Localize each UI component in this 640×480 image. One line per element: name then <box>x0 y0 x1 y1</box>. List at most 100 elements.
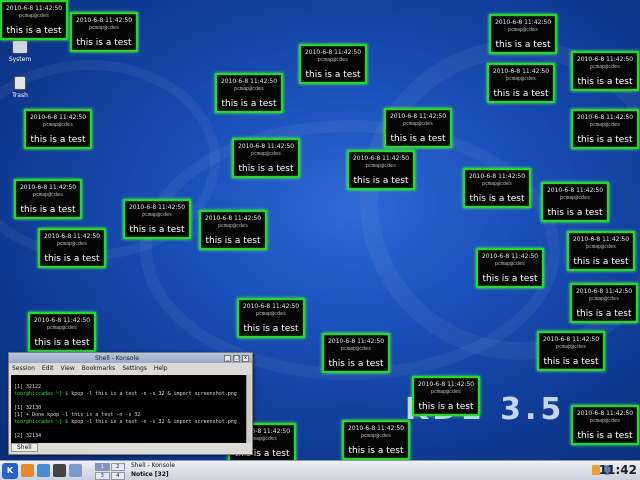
notification-host: pcmap@cdes <box>360 433 392 439</box>
notification-message: this is a test <box>44 254 100 264</box>
task-notice[interactable]: Notice [32] <box>124 471 169 480</box>
desktop-icon-trash[interactable]: Trash <box>0 76 40 99</box>
konsole-window[interactable]: Shell - Konsole _ □ x Session Edit View … <box>8 352 253 455</box>
notification-timestamp: 2010-6-8 11:42:50 <box>304 49 362 56</box>
terminal-output[interactable]: [1] 32122 toor@hiccades ~] $ kpop -l thi… <box>11 375 249 443</box>
notification-popup[interactable]: 2010-6-8 11:42:50 pcmap@cdes this is a tes… <box>237 298 305 338</box>
desktop[interactable]: KDE 3.5 System Trash 2010-6-8 11:42:50 pc… <box>0 0 640 460</box>
notification-timestamp: 2010-6-8 11:42:50 <box>481 253 539 260</box>
menu-bookmarks[interactable]: Bookmarks <box>82 365 116 372</box>
menu-view[interactable]: View <box>61 365 75 372</box>
pager-desktop-4[interactable]: 4 <box>110 472 125 480</box>
desktop-icon-system[interactable]: System <box>0 40 40 63</box>
notification-timestamp: 2010-6-8 11:42:50 <box>576 56 634 63</box>
trash-icon <box>14 76 26 90</box>
notification-popup[interactable]: 2010-6-8 11:42:50 pcmap@cdes this is a tes… <box>322 333 390 373</box>
minimize-button[interactable]: _ <box>224 354 231 362</box>
notification-popup[interactable]: 2010-6-8 11:42:50 pcmap@cdes this is a tes… <box>14 179 82 219</box>
desktop-icon-label: Trash <box>12 92 28 99</box>
terminal-icon[interactable] <box>53 464 66 477</box>
notification-host: pcmap@cdes <box>88 25 120 31</box>
notification-popup[interactable]: 2010-6-8 11:42:50 pcmap@cdes this is a tes… <box>342 420 410 460</box>
notification-host: pcmap@cdes <box>494 261 526 267</box>
notification-message: this is a test <box>390 134 446 144</box>
menu-edit[interactable]: Edit <box>42 365 54 372</box>
notification-timestamp: 2010-6-8 11:42:50 <box>575 288 633 295</box>
pager-desktop-3[interactable]: 3 <box>95 472 110 480</box>
notification-popup[interactable]: 2010-6-8 11:42:50 pcmap@cdes this is a tes… <box>299 44 367 84</box>
notification-popup[interactable]: 2010-6-8 11:42:50 pcmap@cdes this is a tes… <box>463 168 531 208</box>
notification-host: pcmap@cdes <box>46 325 78 331</box>
notification-host: pcmap@cdes <box>481 181 513 187</box>
notification-popup[interactable]: 2010-6-8 11:42:50 pcmap@cdes this is a tes… <box>541 182 609 222</box>
notification-popup[interactable]: 2010-6-8 11:42:50 pcmap@cdes this is a tes… <box>571 109 639 149</box>
notification-popup[interactable]: 2010-6-8 11:42:50 pcmap@cdes this is a tes… <box>537 331 605 371</box>
notification-popup[interactable]: 2010-6-8 11:42:50 pcmap@cdes this is a tes… <box>24 109 92 149</box>
notification-timestamp: 2010-6-8 11:42:50 <box>327 338 385 345</box>
notification-message: this is a test <box>493 89 549 99</box>
terminal-line: toor@hiccades ~] $ kpop -l this is a tes… <box>14 419 237 425</box>
notification-timestamp: 2010-6-8 11:42:50 <box>352 155 410 162</box>
terminal-scrollbar[interactable] <box>246 375 251 443</box>
notification-message: this is a test <box>573 257 629 267</box>
notification-host: pcmap@cdes <box>505 76 537 82</box>
notification-message: this is a test <box>577 135 633 145</box>
computer-icon <box>12 40 28 54</box>
notification-popup[interactable]: 2010-6-8 11:42:50 pcmap@cdes this is a tes… <box>28 312 96 352</box>
notification-popup[interactable]: 2010-6-8 11:42:50 pcmap@cdes this is a tes… <box>570 283 638 323</box>
notification-host: pcmap@cdes <box>589 122 621 128</box>
notification-timestamp: 2010-6-8 11:42:50 <box>242 303 300 310</box>
pager-desktop-2[interactable]: 2 <box>110 463 125 471</box>
notification-host: pcmap@cdes <box>18 13 50 19</box>
notification-host: pcmap@cdes <box>507 27 539 33</box>
tab-shell[interactable]: Shell <box>11 442 38 452</box>
notification-popup[interactable]: 2010-6-8 11:42:50 pcmap@cdes this is a tes… <box>0 0 68 40</box>
notification-host: pcmap@cdes <box>32 192 64 198</box>
task-konsole[interactable]: Shell - Konsole <box>124 462 175 471</box>
notification-host: pcmap@cdes <box>559 195 591 201</box>
notification-popup[interactable]: 2010-6-8 11:42:50 pcmap@cdes this is a tes… <box>476 248 544 288</box>
clock[interactable]: 11:42 <box>599 463 637 477</box>
window-title: Shell - Konsole <box>95 354 139 362</box>
notification-message: this is a test <box>76 38 132 48</box>
notification-popup[interactable]: 2010-6-8 11:42:50 pcmap@cdes this is a tes… <box>384 108 452 148</box>
notification-popup[interactable]: 2010-6-8 11:42:50 pcmap@cdes this is a tes… <box>70 12 138 52</box>
notification-timestamp: 2010-6-8 11:42:50 <box>19 184 77 191</box>
notification-timestamp: 2010-6-8 11:42:50 <box>468 173 526 180</box>
notification-popup[interactable]: 2010-6-8 11:42:50 pcmap@cdes this is a tes… <box>489 14 557 54</box>
maximize-button[interactable]: □ <box>233 354 240 362</box>
notification-popup[interactable]: 2010-6-8 11:42:50 pcmap@cdes this is a tes… <box>571 405 639 445</box>
help-icon[interactable] <box>69 464 82 477</box>
notification-message: this is a test <box>34 338 90 348</box>
browser-icon[interactable] <box>37 464 50 477</box>
notification-popup[interactable]: 2010-6-8 11:42:50 pcmap@cdes this is a tes… <box>567 231 635 271</box>
konsole-titlebar[interactable]: Shell - Konsole _ □ x <box>9 353 252 363</box>
close-button[interactable]: x <box>242 354 249 362</box>
notification-popup[interactable]: 2010-6-8 11:42:50 pcmap@cdes this is a tes… <box>199 210 267 250</box>
home-icon[interactable] <box>21 464 34 477</box>
notification-timestamp: 2010-6-8 11:42:50 <box>347 425 405 432</box>
notification-popup[interactable]: 2010-6-8 11:42:50 pcmap@cdes this is a tes… <box>347 150 415 190</box>
notification-message: this is a test <box>418 402 474 412</box>
notification-popup[interactable]: 2010-6-8 11:42:50 pcmap@cdes this is a tes… <box>38 228 106 268</box>
notification-popup[interactable]: 2010-6-8 11:42:50 pcmap@cdes this is a tes… <box>412 376 480 416</box>
menu-session[interactable]: Session <box>12 365 35 372</box>
terminal-line: [2] 32134 <box>14 433 42 439</box>
notification-timestamp: 2010-6-8 11:42:50 <box>494 19 552 26</box>
notification-timestamp: 2010-6-8 11:42:50 <box>417 381 475 388</box>
pager-desktop-1[interactable]: 1 <box>95 463 110 471</box>
menu-help[interactable]: Help <box>154 365 168 372</box>
taskbar: K 1 2 3 4 Shell - Konsole Notice [32] 11… <box>0 460 640 480</box>
notification-host: pcmap@cdes <box>250 151 282 157</box>
notification-message: this is a test <box>547 208 603 218</box>
notification-popup[interactable]: 2010-6-8 11:42:50 pcmap@cdes this is a tes… <box>123 199 191 239</box>
k-menu-button[interactable]: K <box>2 463 18 479</box>
notification-popup[interactable]: 2010-6-8 11:42:50 pcmap@cdes this is a tes… <box>487 63 555 103</box>
notification-message: this is a test <box>20 205 76 215</box>
notification-popup[interactable]: 2010-6-8 11:42:50 pcmap@cdes this is a tes… <box>215 73 283 113</box>
notification-timestamp: 2010-6-8 11:42:50 <box>204 215 262 222</box>
notification-popup[interactable]: 2010-6-8 11:42:50 pcmap@cdes this is a tes… <box>232 138 300 178</box>
menu-settings[interactable]: Settings <box>122 365 147 372</box>
notification-popup[interactable]: 2010-6-8 11:42:50 pcmap@cdes this is a tes… <box>571 51 639 91</box>
